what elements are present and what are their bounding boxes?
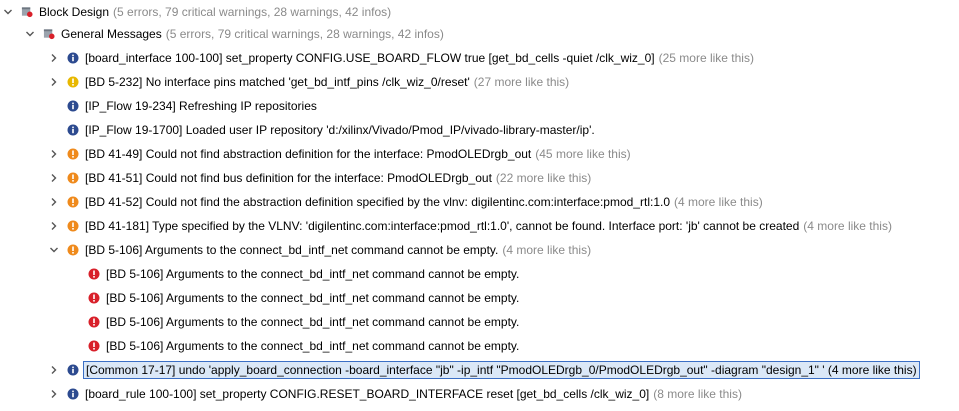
message-row[interactable]: [BD 5-106] Arguments to the connect_bd_i…	[49, 239, 591, 261]
chevron-right-icon[interactable]	[49, 197, 59, 207]
message-text: [BD 41-51] Could not find bus definition…	[85, 171, 492, 185]
critical-warning-icon	[67, 196, 79, 208]
block-design-error-icon	[21, 6, 33, 18]
chevron-right-icon[interactable]	[49, 221, 59, 231]
message-text: [Common 17-17] undo 'apply_board_connect…	[86, 363, 825, 377]
group-counts: (5 errors, 79 critical warnings, 28 warn…	[165, 27, 444, 41]
message-row[interactable]: [IP_Flow 19-1700] Loaded user IP reposit…	[67, 119, 595, 141]
root-counts: (5 errors, 79 critical warnings, 28 warn…	[113, 5, 392, 19]
message-row[interactable]: [BD 5-106] Arguments to the connect_bd_i…	[88, 263, 519, 285]
message-text: [board_interface 100-100] set_property C…	[85, 51, 655, 65]
info-icon	[67, 388, 79, 400]
critical-warning-icon	[67, 220, 79, 232]
message-text: [BD 5-106] Arguments to the connect_bd_i…	[106, 291, 520, 305]
message-row[interactable]: [BD 41-52] Could not find the abstractio…	[49, 191, 763, 213]
info-icon	[67, 364, 79, 376]
message-text: [BD 5-106] Arguments to the connect_bd_i…	[106, 267, 520, 281]
more-like-this: (4 more like this)	[827, 363, 917, 377]
critical-warning-icon	[67, 148, 79, 160]
message-row[interactable]: [BD 41-49] Could not find abstraction de…	[49, 143, 631, 165]
message-text: [BD 5-232] No interface pins matched 'ge…	[85, 75, 470, 89]
message-row[interactable]: [BD 5-232] No interface pins matched 'ge…	[49, 71, 569, 93]
message-row[interactable]: [board_rule 100-100] set_property CONFIG…	[49, 383, 742, 405]
more-like-this: (4 more like this)	[674, 195, 763, 209]
error-icon	[88, 268, 100, 280]
message-text: [IP_Flow 19-234] Refreshing IP repositor…	[85, 99, 317, 113]
selection-highlight[interactable]: [Common 17-17] undo 'apply_board_connect…	[83, 361, 920, 379]
message-text: [BD 5-106] Arguments to the connect_bd_i…	[106, 315, 520, 329]
chevron-right-icon[interactable]	[49, 77, 59, 87]
more-like-this: (45 more like this)	[535, 147, 631, 161]
warning-icon	[67, 76, 79, 88]
tree-group-row[interactable]: General Messages (5 errors, 79 critical …	[25, 23, 444, 45]
message-row[interactable]: [BD 5-106] Arguments to the connect_bd_i…	[88, 311, 519, 333]
chevron-right-icon[interactable]	[49, 53, 59, 63]
more-like-this: (22 more like this)	[495, 171, 592, 185]
more-like-this: (4 more like this)	[803, 219, 892, 233]
message-text: [BD 41-52] Could not find the abstractio…	[85, 195, 670, 209]
message-row[interactable]: [BD 5-106] Arguments to the connect_bd_i…	[88, 335, 519, 357]
chevron-right-icon[interactable]	[49, 389, 59, 399]
critical-warning-icon	[67, 244, 79, 256]
tree-root-row[interactable]: Block Design (5 errors, 79 critical warn…	[3, 1, 391, 23]
chevron-down-icon[interactable]	[3, 7, 13, 17]
message-row[interactable]: [IP_Flow 19-234] Refreshing IP repositor…	[67, 95, 317, 117]
info-icon	[67, 124, 79, 136]
more-like-this: (8 more like this)	[653, 387, 742, 401]
chevron-right-icon[interactable]	[49, 173, 59, 183]
message-group-error-icon	[43, 28, 55, 40]
group-label: General Messages	[61, 27, 162, 41]
chevron-right-icon[interactable]	[49, 365, 59, 375]
more-like-this: (4 more like this)	[502, 243, 592, 257]
error-icon	[88, 340, 100, 352]
root-label: Block Design	[39, 5, 110, 19]
message-row[interactable]: [BD 5-106] Arguments to the connect_bd_i…	[88, 287, 519, 309]
error-icon	[88, 292, 100, 304]
chevron-down-icon[interactable]	[25, 29, 35, 39]
more-like-this: (27 more like this)	[473, 75, 570, 89]
message-text: [BD 5-106] Arguments to the connect_bd_i…	[106, 339, 520, 353]
info-icon	[67, 52, 79, 64]
message-text: [BD 41-49] Could not find abstraction de…	[85, 147, 532, 161]
message-row[interactable]: [BD 41-181] Type specified by the VLNV: …	[49, 215, 892, 237]
info-icon	[67, 100, 79, 112]
message-text: [BD 5-106] Arguments to the connect_bd_i…	[85, 243, 499, 257]
message-text: [board_rule 100-100] set_property CONFIG…	[85, 387, 650, 401]
critical-warning-icon	[67, 172, 79, 184]
message-row[interactable]: [BD 41-51] Could not find bus definition…	[49, 167, 591, 189]
chevron-down-icon[interactable]	[49, 245, 59, 255]
message-text: [IP_Flow 19-1700] Loaded user IP reposit…	[85, 123, 595, 137]
message-text: [BD 41-181] Type specified by the VLNV: …	[85, 219, 800, 233]
chevron-right-icon[interactable]	[49, 149, 59, 159]
message-row[interactable]: [board_interface 100-100] set_property C…	[49, 47, 754, 69]
message-row-selected[interactable]: [Common 17-17] undo 'apply_board_connect…	[49, 359, 920, 381]
more-like-this: (25 more like this)	[658, 51, 754, 65]
error-icon	[88, 316, 100, 328]
